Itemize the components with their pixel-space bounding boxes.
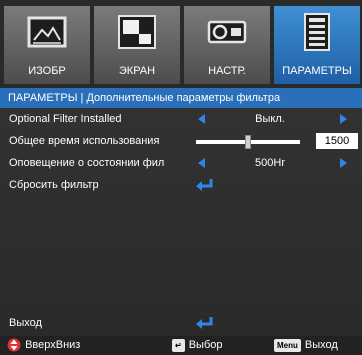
- enter-icon[interactable]: [196, 178, 214, 192]
- row-exit[interactable]: Выход: [0, 312, 362, 334]
- reminder-value: 500Hr: [255, 157, 285, 169]
- reset-filter-label: Сбросить фильтр: [9, 179, 99, 191]
- footer-help: ВверхВниз ↵ Выбор Menu Выход: [0, 336, 362, 355]
- exit-label: Выход: [9, 317, 42, 329]
- tab-image[interactable]: ИЗОБР: [4, 6, 90, 84]
- row-filter-installed[interactable]: Optional Filter Installed Выкл.: [0, 108, 362, 130]
- tab-display[interactable]: ЭКРАН: [94, 6, 180, 84]
- settings-panel: Optional Filter Installed Выкл. Общее вр…: [0, 108, 362, 336]
- footer-updown-label: ВверхВниз: [25, 339, 81, 351]
- footer-exit-label: Выход: [304, 339, 338, 351]
- tab-options[interactable]: ПАРАМЕТРЫ: [274, 6, 360, 84]
- display-icon: [118, 15, 156, 49]
- tab-setup-label: НАСТР.: [208, 65, 246, 77]
- row-reminder[interactable]: Оповещение о состоянии фил 500Hr: [0, 152, 362, 174]
- picture-icon: [27, 16, 67, 48]
- filter-installed-value: Выкл.: [255, 113, 285, 125]
- menu-key-badge: Menu: [274, 338, 301, 352]
- arrow-right-icon[interactable]: [340, 114, 347, 124]
- menu-header: ПАРАМЕТРЫ | Дополнительные параметры фил…: [0, 88, 362, 108]
- arrow-left-icon[interactable]: [198, 158, 205, 168]
- reminder-label: Оповещение о состоянии фил: [9, 157, 165, 169]
- usage-time-label: Общее время использования: [9, 135, 160, 147]
- arrow-left-icon[interactable]: [198, 114, 205, 124]
- tab-bar: ИЗОБР ЭКРАН НАСТР. ПАРАМЕТРЫ: [0, 0, 362, 88]
- usage-slider-knob[interactable]: [245, 135, 251, 149]
- usage-time-value: 1500: [316, 133, 358, 149]
- tab-options-label: ПАРАМЕТРЫ: [282, 65, 352, 77]
- projector-icon: [207, 20, 247, 44]
- options-icon: [304, 13, 330, 51]
- tab-setup[interactable]: НАСТР.: [184, 6, 270, 84]
- footer-select-label: Выбор: [188, 339, 223, 351]
- filter-installed-label: Optional Filter Installed: [9, 113, 122, 125]
- enter-icon[interactable]: [196, 316, 214, 330]
- tab-display-label: ЭКРАН: [118, 65, 156, 77]
- arrow-right-icon[interactable]: [340, 158, 347, 168]
- row-reset-filter[interactable]: Сбросить фильтр: [0, 174, 362, 196]
- footer-exit: Menu Выход: [274, 336, 338, 355]
- footer-updown: ВверхВниз: [6, 336, 80, 355]
- tab-image-label: ИЗОБР: [28, 65, 66, 77]
- up-down-icon: [7, 338, 21, 352]
- footer-select: ↵ Выбор: [172, 336, 222, 355]
- enter-key-icon: ↵: [172, 338, 185, 352]
- row-usage-time[interactable]: Общее время использования 1500: [0, 130, 362, 152]
